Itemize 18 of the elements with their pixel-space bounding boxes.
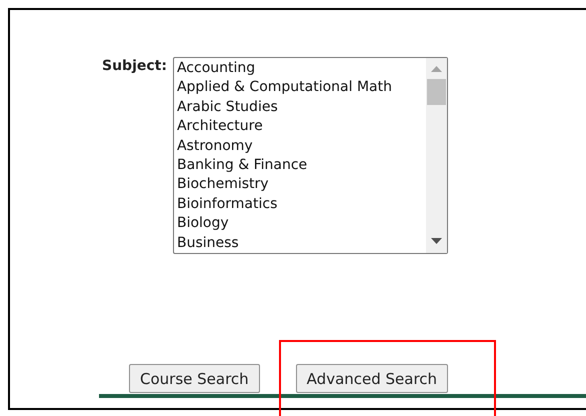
scroll-down-icon[interactable]: [430, 238, 442, 245]
subject-label: Subject:: [102, 58, 167, 74]
subject-option[interactable]: Biology: [176, 214, 423, 234]
subject-option[interactable]: Accounting: [176, 59, 423, 78]
subject-option[interactable]: Arabic Studies: [176, 98, 423, 118]
search-button[interactable]: Course Search: [129, 364, 260, 393]
subject-option[interactable]: Architecture: [176, 117, 423, 137]
subject-option[interactable]: Banking & Finance: [176, 156, 423, 176]
subject-option[interactable]: Bioinformatics: [176, 194, 423, 214]
subject-option[interactable]: Biochemistry: [176, 175, 423, 195]
subject-listbox[interactable]: Accounting Applied & Computational Math Arabic Studies Architecture Astronomy Banking & Finance Biochemistry Bioinformatics Biology Business: [172, 57, 448, 254]
scrollbar[interactable]: [426, 58, 447, 253]
search-button[interactable]: Advanced Search: [296, 364, 448, 393]
scroll-up-icon[interactable]: [430, 66, 442, 73]
scroll-thumb[interactable]: [426, 79, 446, 105]
subject-option[interactable]: Business: [176, 234, 423, 254]
subject-option[interactable]: Applied & Computational Math: [176, 78, 423, 98]
subject-option[interactable]: Astronomy: [176, 136, 423, 156]
